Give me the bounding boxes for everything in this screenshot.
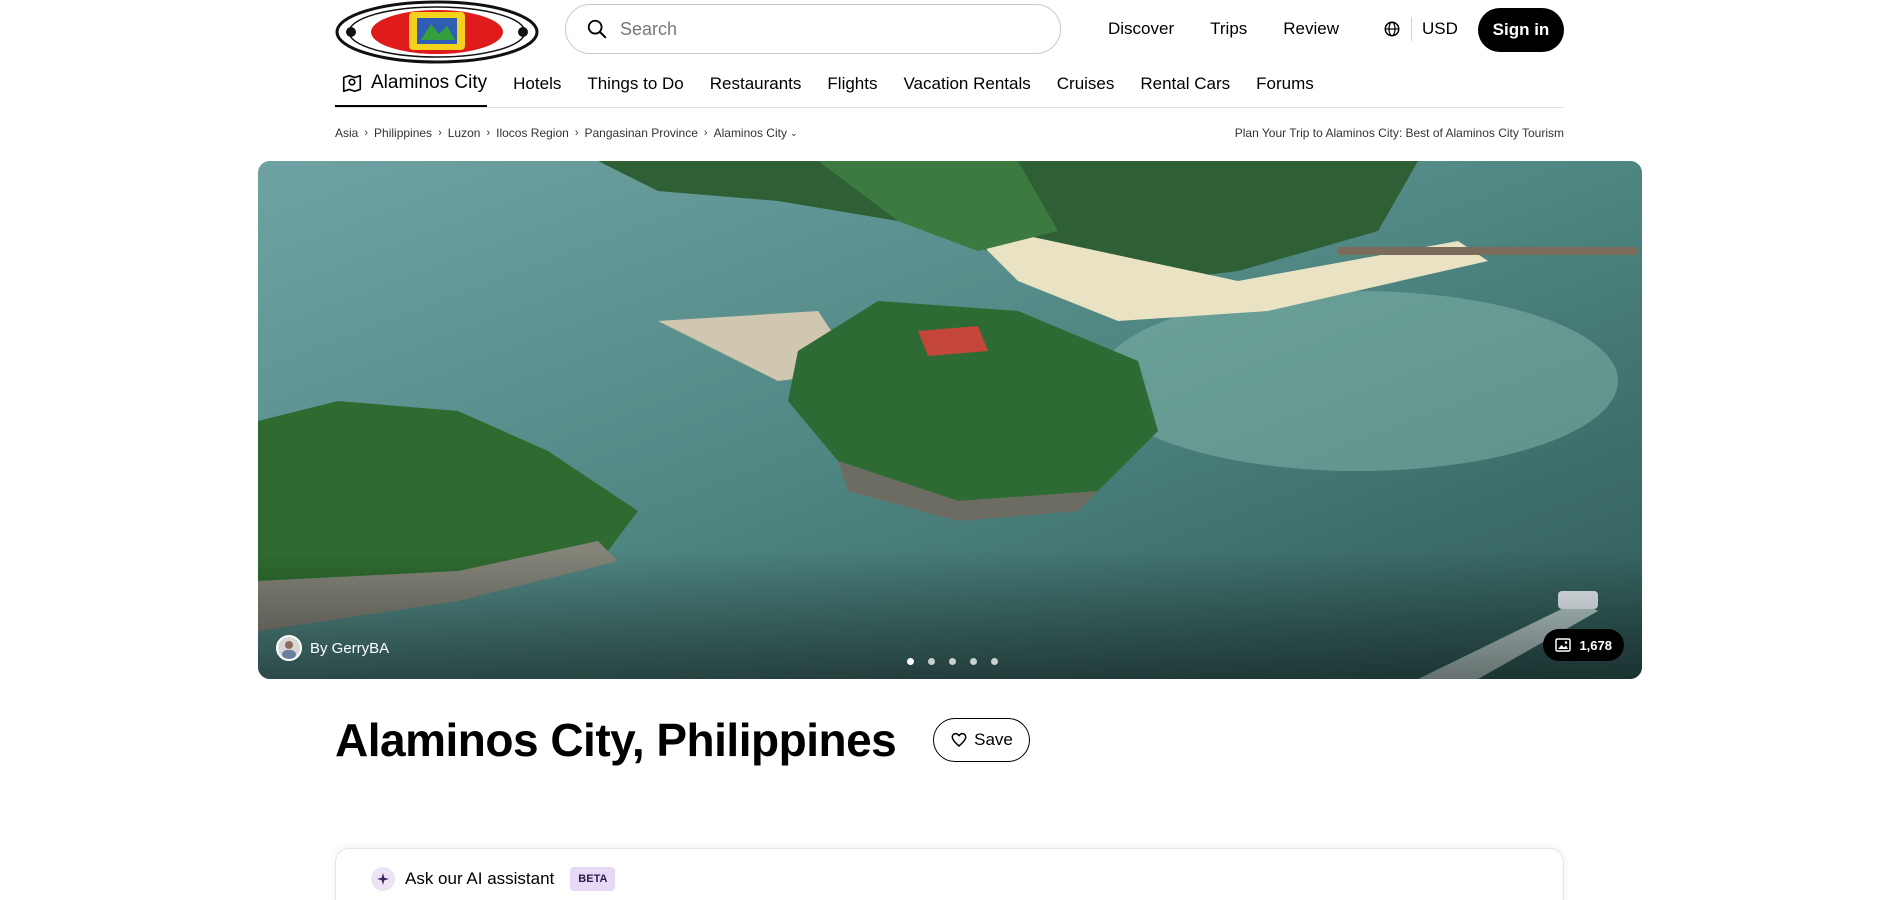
- secondary-nav: Alaminos City Hotels Things to Do Restau…: [335, 66, 1564, 108]
- search-bar[interactable]: [565, 4, 1061, 54]
- tab-flights[interactable]: Flights: [827, 66, 877, 94]
- sign-in-button[interactable]: Sign in: [1478, 8, 1564, 52]
- user-icon: [282, 641, 296, 659]
- breadcrumb-ilocos-region[interactable]: Ilocos Region: [496, 126, 569, 140]
- carousel-dot-3[interactable]: [949, 658, 956, 665]
- save-label: Save: [974, 730, 1013, 749]
- chevron-down-icon[interactable]: ⌄: [790, 128, 798, 139]
- breadcrumb-philippines[interactable]: Philippines: [374, 126, 432, 140]
- carousel-dots: [900, 658, 1005, 665]
- carousel-dot-4[interactable]: [970, 658, 977, 665]
- nav-discover[interactable]: Discover: [1108, 19, 1174, 39]
- avatar: [276, 635, 302, 661]
- heart-icon: [951, 732, 967, 747]
- globe-icon: [1384, 21, 1400, 37]
- tab-hotels[interactable]: Hotels: [513, 66, 561, 94]
- plan-trip-text: Plan Your Trip to Alaminos City: Best of…: [1234, 126, 1564, 140]
- photo-count: 1,678: [1579, 637, 1612, 653]
- breadcrumb: Asia › Philippines › Luzon › Ilocos Regi…: [335, 126, 798, 140]
- tab-restaurants[interactable]: Restaurants: [710, 66, 802, 94]
- ai-assistant-card[interactable]: Ask our AI assistant BETA: [335, 848, 1564, 900]
- search-input[interactable]: [620, 18, 1020, 40]
- breadcrumb-pangasinan-province[interactable]: Pangasinan Province: [585, 126, 698, 140]
- save-button[interactable]: Save: [933, 718, 1030, 762]
- carousel-dot-1[interactable]: [907, 658, 914, 665]
- tab-label: Alaminos City: [371, 72, 488, 93]
- tab-things-to-do[interactable]: Things to Do: [587, 66, 683, 94]
- currency-label: USD: [1422, 19, 1458, 38]
- hero-photo[interactable]: By GerryBA 1,678: [258, 161, 1642, 679]
- image-icon: [1555, 638, 1572, 652]
- tab-forums[interactable]: Forums: [1256, 66, 1314, 94]
- language-currency-selector[interactable]: USD: [1383, 17, 1458, 41]
- ai-assistant-label: Ask our AI assistant: [405, 869, 555, 888]
- top-nav: Discover Trips Review USD: [1108, 0, 1458, 58]
- chevron-right-icon: ›: [486, 127, 491, 139]
- breadcrumb-alaminos-city[interactable]: Alaminos City: [714, 126, 787, 140]
- map-pin-icon: [342, 74, 362, 93]
- nav-trips[interactable]: Trips: [1210, 19, 1247, 39]
- photo-count-button[interactable]: 1,678: [1543, 629, 1624, 661]
- sparkle-icon: [371, 867, 395, 891]
- tab-vacation-rentals[interactable]: Vacation Rentals: [903, 66, 1030, 94]
- divider: [1411, 17, 1413, 41]
- city-seal-logo[interactable]: [335, 0, 540, 64]
- tab-rental-cars[interactable]: Rental Cars: [1140, 66, 1230, 94]
- photo-credit-label: By GerryBA: [310, 639, 390, 657]
- hero-image: [258, 161, 1642, 679]
- search-icon: [587, 19, 607, 39]
- ai-assistant-row[interactable]: Ask our AI assistant BETA: [371, 867, 616, 891]
- breadcrumb-asia[interactable]: Asia: [335, 126, 358, 140]
- chevron-right-icon: ›: [574, 127, 579, 139]
- top-header: Discover Trips Review USD Sign in: [335, 0, 1564, 64]
- beta-badge: BETA: [570, 867, 616, 891]
- chevron-right-icon: ›: [703, 127, 708, 139]
- photo-credit[interactable]: By GerryBA: [276, 635, 389, 661]
- tab-cruises[interactable]: Cruises: [1057, 66, 1115, 94]
- nav-review[interactable]: Review: [1283, 19, 1339, 39]
- breadcrumb-luzon[interactable]: Luzon: [448, 126, 481, 140]
- tab-alaminos-city[interactable]: Alaminos City: [335, 66, 488, 107]
- page-title: Alaminos City, Philippines: [335, 714, 897, 766]
- chevron-right-icon: ›: [364, 127, 369, 139]
- carousel-dot-2[interactable]: [928, 658, 935, 665]
- chevron-right-icon: ›: [438, 127, 442, 139]
- carousel-dot-5[interactable]: [991, 658, 998, 665]
